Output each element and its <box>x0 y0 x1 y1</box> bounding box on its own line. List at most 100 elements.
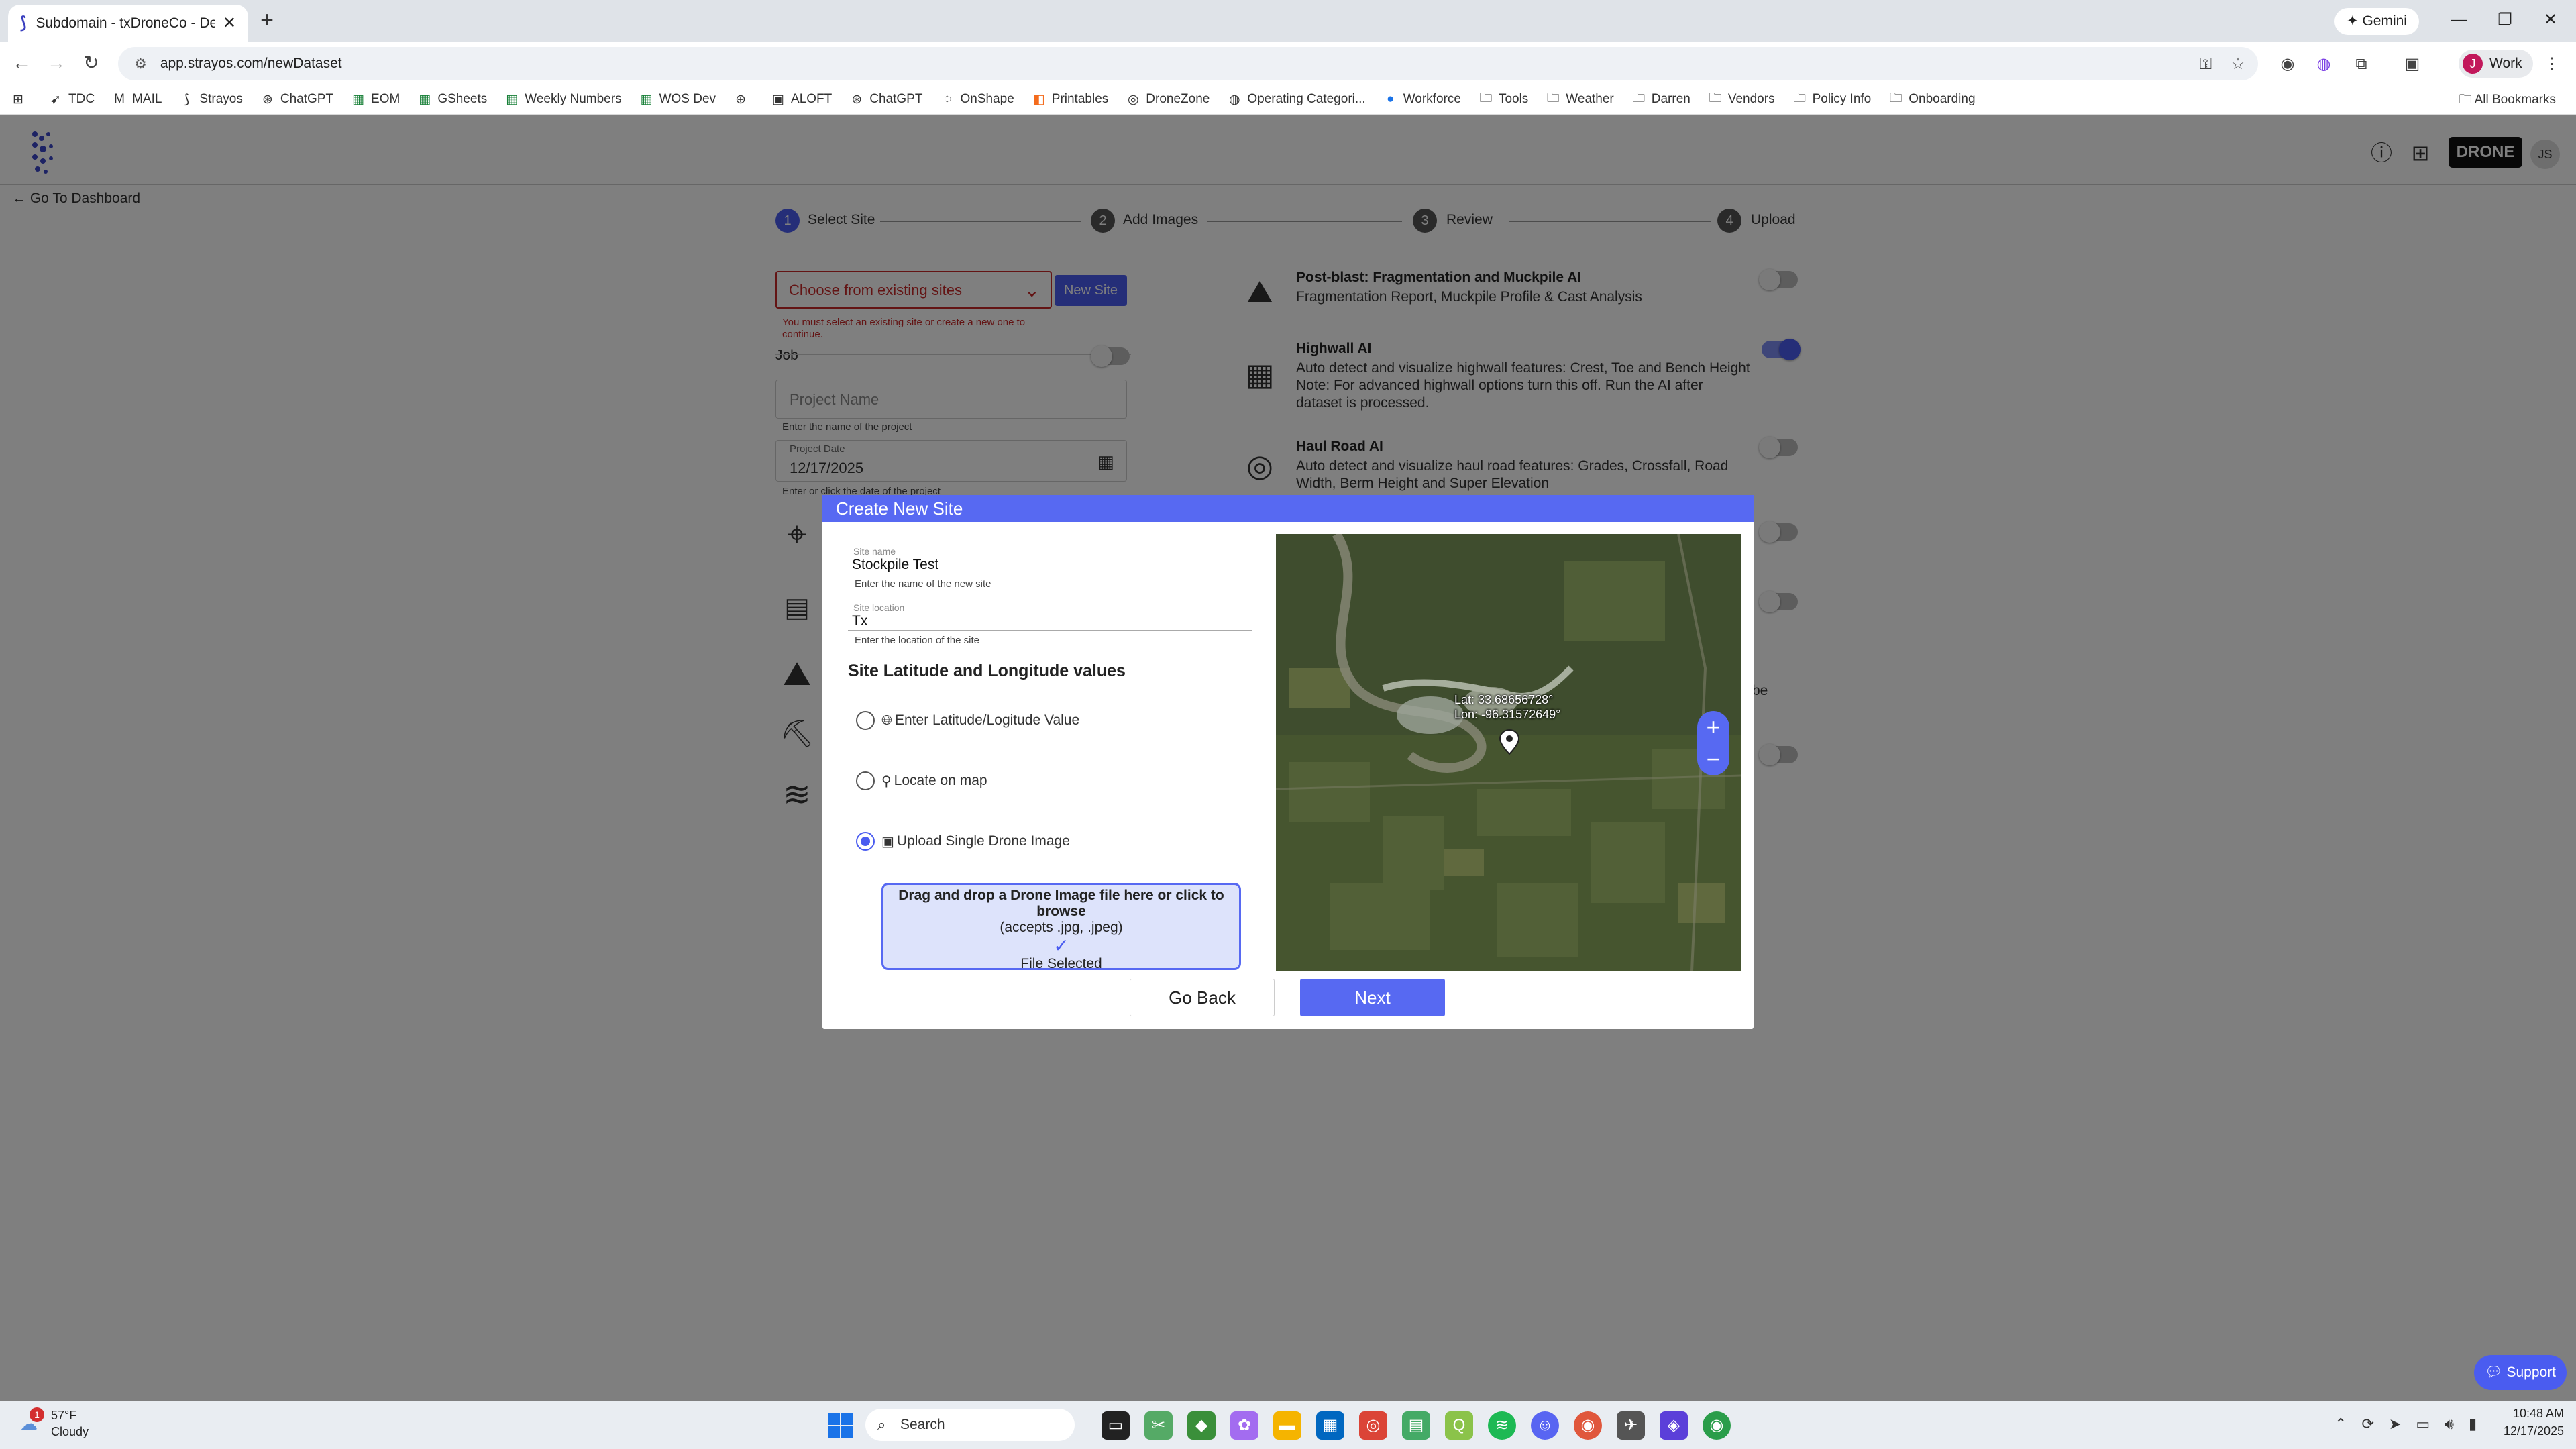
chrome-profile-icon[interactable]: ◉ <box>1574 1411 1602 1440</box>
extension-2-icon[interactable]: ◍ <box>2312 52 2336 76</box>
bookmark-item[interactable]: ▦ Weekly Numbers <box>504 92 621 107</box>
bookmark-label: Workforce <box>1403 92 1461 106</box>
dropzone-instructions: Drag and drop a Drone Image file here or… <box>898 888 1224 919</box>
windows-start-icon[interactable] <box>828 1413 853 1438</box>
calculator-icon[interactable]: ▤ <box>1402 1411 1430 1440</box>
copilot-icon[interactable]: ✿ <box>1230 1411 1258 1440</box>
checkmark-icon: ✓ <box>1053 935 1069 956</box>
map-pin-icon[interactable] <box>1496 729 1523 755</box>
site-name-help: Enter the name of the new site <box>855 578 991 590</box>
location-icon[interactable]: ➤ <box>2389 1415 2401 1433</box>
restore-button[interactable]: ❐ <box>2485 5 2525 35</box>
sheets-icon: ▦ <box>640 92 653 107</box>
bookmark-item[interactable]: ➹ TDC <box>48 92 95 107</box>
radio-button[interactable] <box>856 711 875 730</box>
gemini-button[interactable]: ✦ Gemini <box>2334 8 2419 35</box>
radio-button[interactable] <box>856 771 875 790</box>
discord-icon[interactable]: ☺ <box>1531 1411 1559 1440</box>
bookmark-item[interactable]: ⟆ Strayos <box>179 92 243 107</box>
tab-close-icon[interactable]: ✕ <box>223 13 236 33</box>
taskbar-clock[interactable]: 10:48 AM 12/17/2025 <box>2497 1405 2564 1440</box>
site-location-input[interactable]: Site location Tx <box>848 601 1252 631</box>
side-panel-icon[interactable]: ▣ <box>2400 52 2424 76</box>
apps-grid-icon[interactable]: ⊞ <box>11 92 31 107</box>
bookmark-label: Darren <box>1651 92 1690 106</box>
bookmark-item[interactable]: ◧ Printables <box>1032 92 1108 107</box>
volume-icon[interactable]: 🔊︎ <box>2445 1415 2454 1433</box>
file-explorer-icon[interactable]: ▬ <box>1273 1411 1301 1440</box>
bookmark-item[interactable]: M MAIL <box>112 92 162 107</box>
forward-arrow-icon[interactable]: → <box>43 50 70 76</box>
bookmark-item[interactable]: ⊕ <box>733 92 753 107</box>
go-back-button[interactable]: Go Back <box>1130 979 1275 1016</box>
bookmark-label: Tools <box>1498 92 1529 106</box>
bookmark-item[interactable]: ◌ OnShape <box>940 92 1014 107</box>
zoom-in-button[interactable]: + <box>1697 711 1729 743</box>
store-icon[interactable]: ▦ <box>1316 1411 1344 1440</box>
radio-locate-on-map[interactable]: ⚲ Locate on map <box>856 771 987 790</box>
bookmark-item[interactable]: ▦ EOM <box>351 92 400 107</box>
chrome-icon[interactable]: ◎ <box>1359 1411 1387 1440</box>
new-tab-button[interactable]: + <box>254 7 280 34</box>
next-button[interactable]: Next <box>1300 979 1445 1016</box>
bookmark-item[interactable]: 🗀 Tools <box>1479 89 1528 110</box>
network-icon[interactable]: ▭ <box>2416 1415 2430 1433</box>
radio-button-selected[interactable] <box>856 832 875 851</box>
bookmark-label: ChatGPT <box>869 92 923 106</box>
task-view-icon[interactable]: ▭ <box>1102 1411 1130 1440</box>
bookmarks-bar: ⊞ ➹ TDC M MAIL ⟆ Strayos ⊛ ChatGPT ▦ EOM ▦ GSheets ▦… <box>0 85 2576 115</box>
map-coordinates: Lat: 33.68656728° Lon: -96.31572649° <box>1454 692 1560 722</box>
radio-label: Enter Latitude/Logitude Value <box>895 712 1080 728</box>
bookmark-item[interactable]: ⊛ ChatGPT <box>260 92 333 107</box>
bookmark-item[interactable]: ◍ Operating Categori... <box>1227 92 1366 107</box>
bookmark-label: Policy Info <box>1812 92 1872 106</box>
spotify-icon[interactable]: ≋ <box>1488 1411 1516 1440</box>
profile-button[interactable]: J Work <box>2459 50 2533 78</box>
bookmark-item[interactable]: ▦ WOS Dev <box>639 92 716 107</box>
extension-1-icon[interactable]: ◉ <box>2275 52 2300 76</box>
radio-upload-drone-image[interactable]: ▣ Upload Single Drone Image <box>856 832 1070 851</box>
bookmark-item[interactable]: 🗀 Vendors <box>1708 89 1774 110</box>
qgis-icon[interactable]: Q <box>1445 1411 1473 1440</box>
site-name-input[interactable]: Site name Stockpile Test <box>848 545 1252 574</box>
sync-icon[interactable]: ⟳ <box>2361 1415 2373 1433</box>
drone-image-dropzone[interactable]: Drag and drop a Drone Image file here or… <box>881 883 1241 970</box>
chevron-up-icon[interactable]: ⌃ <box>2334 1415 2347 1433</box>
snipping-tool-icon[interactable]: ✂ <box>1144 1411 1173 1440</box>
bookmark-item[interactable]: 🗀 Darren <box>1631 89 1690 110</box>
radio-enter-latlon[interactable]: 🌐︎ Enter Latitude/Logitude Value <box>856 711 1079 730</box>
app-icon[interactable]: ◆ <box>1187 1411 1216 1440</box>
minimize-button[interactable]: — <box>2439 5 2479 35</box>
bookmark-item[interactable]: ◎ DroneZone <box>1126 92 1210 107</box>
battery-icon[interactable]: ▮ <box>2469 1415 2477 1433</box>
bookmark-item[interactable]: 🗀 Onboarding <box>1888 89 1976 110</box>
browser-tab-active[interactable]: ⟆ Subdomain - txDroneCo - Dem ✕ <box>8 5 248 42</box>
bookmark-item[interactable]: 🗀 Policy Info <box>1792 89 1872 110</box>
reload-icon[interactable]: ↻ <box>78 50 105 76</box>
back-arrow-icon[interactable]: ← <box>8 50 35 76</box>
address-bar[interactable]: ⚙ app.strayos.com/newDataset <box>118 47 2258 80</box>
zoom-out-button[interactable]: − <box>1697 743 1729 775</box>
taskbar-search-label: Search <box>900 1417 945 1432</box>
support-label: Support <box>2506 1364 2557 1380</box>
browser-menu-icon[interactable]: ⋮ <box>2540 52 2564 76</box>
all-bookmarks-button[interactable]: 🗀 All Bookmarks <box>2459 90 2556 111</box>
chrome-work-icon[interactable]: ◉ <box>1703 1411 1731 1440</box>
password-key-icon[interactable]: ⚿ <box>2194 52 2218 76</box>
bookmark-item[interactable]: ▣ ALOFT <box>771 92 832 107</box>
taskbar-search[interactable]: ⌕ Search <box>865 1409 1075 1441</box>
bookmark-item[interactable]: ● Workforce <box>1383 92 1461 107</box>
extensions-puzzle-icon[interactable]: ⧉ <box>2349 52 2373 76</box>
bookmark-star-icon[interactable]: ☆ <box>2226 52 2250 76</box>
weather-temp: 57°F <box>51 1409 77 1422</box>
close-window-button[interactable]: ✕ <box>2530 5 2571 35</box>
bookmark-item[interactable]: 🗀 Weather <box>1546 89 1614 110</box>
support-button[interactable]: 💬︎ Support <box>2474 1355 2567 1390</box>
app-icon[interactable]: ◈ <box>1660 1411 1688 1440</box>
bookmark-label: Weather <box>1566 92 1614 106</box>
bookmark-item[interactable]: ▦ GSheets <box>417 92 487 107</box>
site-info-icon[interactable]: ⚙ <box>134 56 147 72</box>
bookmark-item[interactable]: ⊛ ChatGPT <box>849 92 922 107</box>
drone-app-icon[interactable]: ✈ <box>1617 1411 1645 1440</box>
bookmark-label: TDC <box>68 92 95 106</box>
